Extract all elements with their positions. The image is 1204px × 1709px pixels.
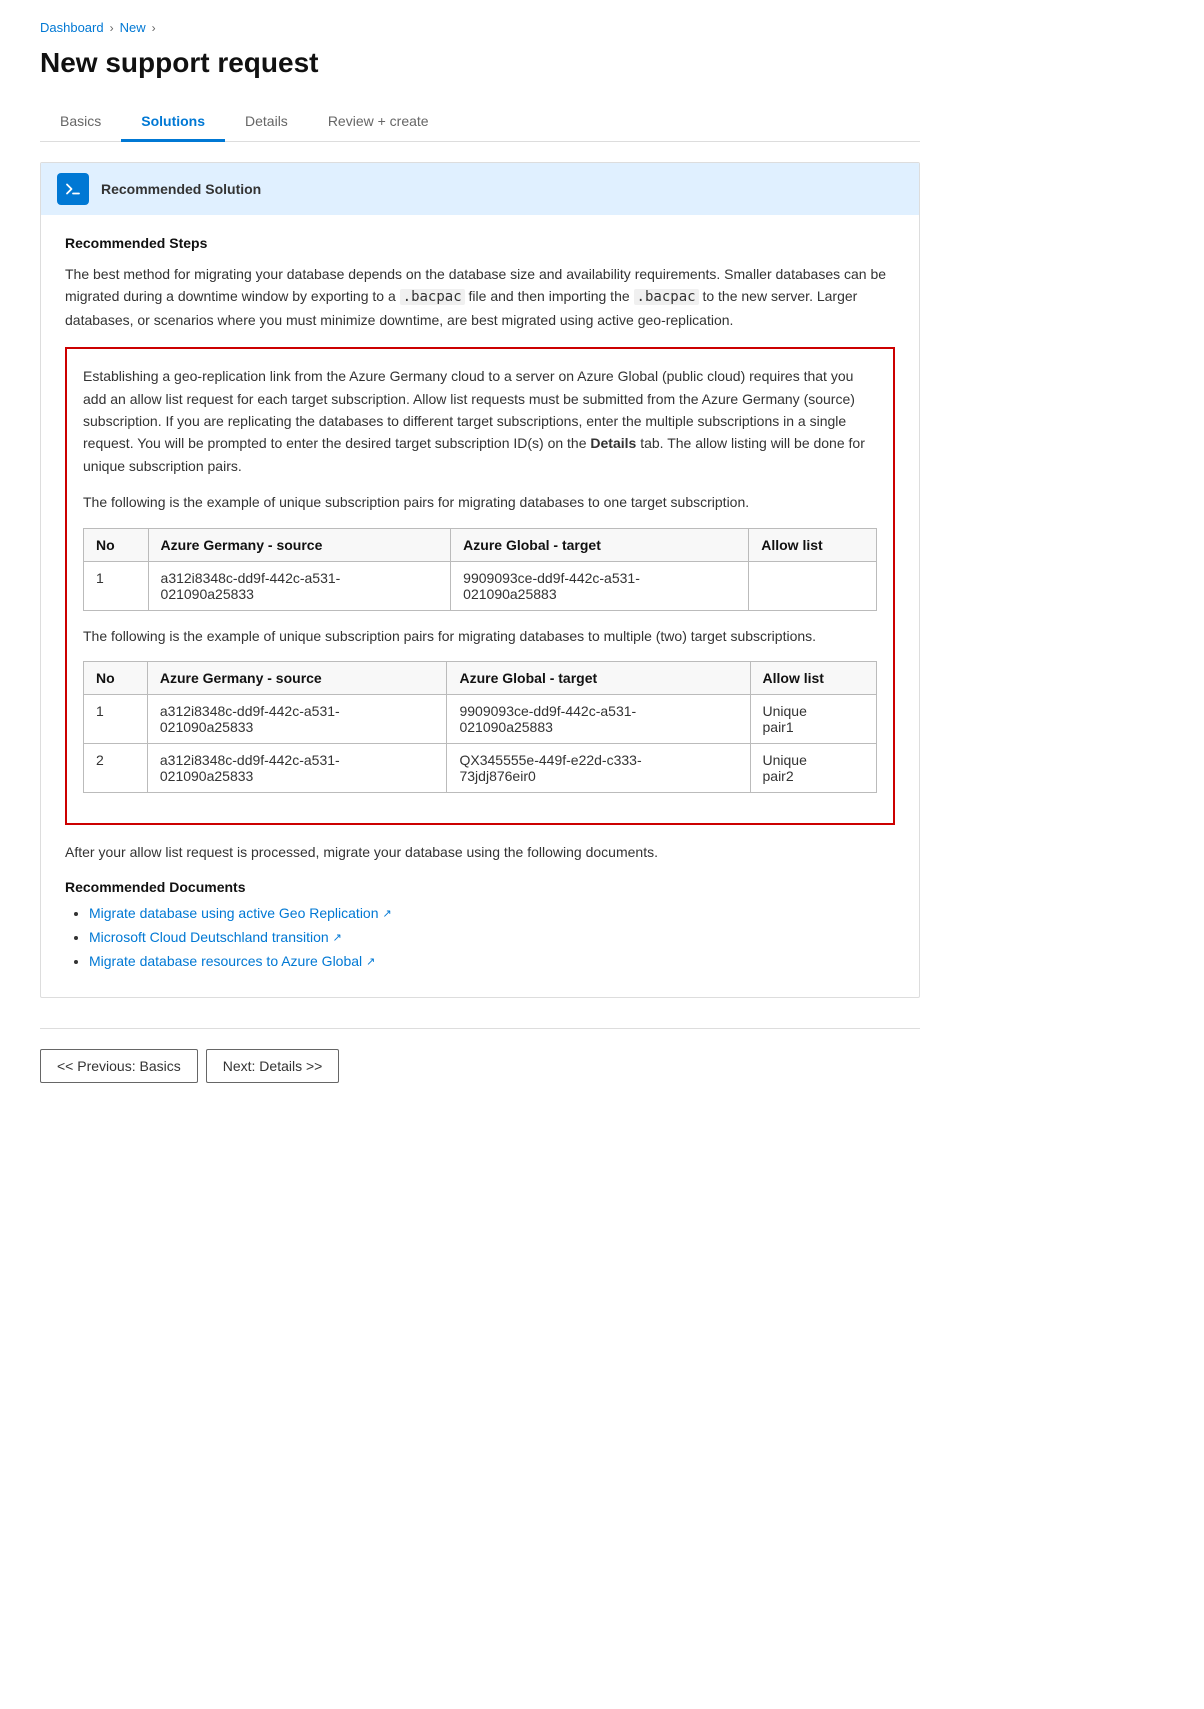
external-link-icon-3: ↗ [366, 955, 375, 968]
table2-row-1: 1 a312i8348c-dd9f-442c-a531-021090a25833… [84, 694, 877, 743]
details-bold: Details [590, 435, 636, 451]
solution-header: Recommended Solution [41, 163, 919, 215]
recommended-steps-intro: The best method for migrating your datab… [65, 263, 895, 331]
table1-wrapper: No Azure Germany - source Azure Global -… [83, 528, 877, 611]
table1-r1-target: 9909093ce-dd9f-442c-a531-021090a25883 [451, 561, 749, 610]
tab-basics[interactable]: Basics [40, 103, 121, 142]
doc-list: Migrate database using active Geo Replic… [65, 905, 895, 969]
external-link-icon-2: ↗ [333, 931, 342, 944]
table2-header-row: No Azure Germany - source Azure Global -… [84, 661, 877, 694]
after-allow-text: After your allow list request is process… [65, 841, 895, 863]
table1-col-source: Azure Germany - source [148, 528, 451, 561]
solution-body: Recommended Steps The best method for mi… [41, 215, 919, 997]
table2-col-target: Azure Global - target [447, 661, 750, 694]
tab-review-create[interactable]: Review + create [308, 103, 449, 142]
breadcrumb-dashboard[interactable]: Dashboard [40, 20, 104, 35]
breadcrumb-new[interactable]: New [120, 20, 146, 35]
next-button[interactable]: Next: Details >> [206, 1049, 340, 1083]
breadcrumb-sep-2: › [152, 21, 156, 35]
breadcrumb-sep-1: › [110, 21, 114, 35]
table1-r1-source: a312i8348c-dd9f-442c-a531-021090a25833 [148, 561, 451, 610]
list-item: Migrate database using active Geo Replic… [89, 905, 895, 921]
geo-para-1: Establishing a geo-replication link from… [83, 365, 877, 477]
page-title: New support request [40, 47, 920, 79]
subscription-table-2: No Azure Germany - source Azure Global -… [83, 661, 877, 793]
breadcrumb: Dashboard › New › [40, 20, 920, 35]
table2-r2-source: a312i8348c-dd9f-442c-a531-021090a25833 [147, 743, 447, 792]
table1-header-row: No Azure Germany - source Azure Global -… [84, 528, 877, 561]
bacpac-code-1: .bacpac [400, 289, 465, 305]
doc-link-1[interactable]: Migrate database using active Geo Replic… [89, 905, 392, 921]
solution-icon [57, 173, 89, 205]
table2-r1-allow: Uniquepair1 [750, 694, 877, 743]
list-item: Migrate database resources to Azure Glob… [89, 953, 895, 969]
external-link-icon-1: ↗ [383, 907, 392, 920]
prev-button[interactable]: << Previous: Basics [40, 1049, 198, 1083]
geo-para-3: The following is the example of unique s… [83, 625, 877, 647]
solution-header-title: Recommended Solution [101, 181, 261, 197]
table2-r1-no: 1 [84, 694, 148, 743]
footer-buttons: << Previous: Basics Next: Details >> [40, 1028, 920, 1083]
table2-r2-allow: Uniquepair2 [750, 743, 877, 792]
doc-link-2[interactable]: Microsoft Cloud Deutschland transition ↗ [89, 929, 342, 945]
bacpac-code-2: .bacpac [634, 289, 699, 305]
table1-col-target: Azure Global - target [451, 528, 749, 561]
recommended-steps-title: Recommended Steps [65, 235, 895, 251]
table1-row-1: 1 a312i8348c-dd9f-442c-a531-021090a25833… [84, 561, 877, 610]
doc-link-3[interactable]: Migrate database resources to Azure Glob… [89, 953, 375, 969]
tabs-container: Basics Solutions Details Review + create [40, 103, 920, 142]
subscription-table-1: No Azure Germany - source Azure Global -… [83, 528, 877, 611]
table2-r1-target: 9909093ce-dd9f-442c-a531-021090a25883 [447, 694, 750, 743]
table2-col-allow: Allow list [750, 661, 877, 694]
table2-r2-no: 2 [84, 743, 148, 792]
tab-details[interactable]: Details [225, 103, 308, 142]
list-item: Microsoft Cloud Deutschland transition ↗ [89, 929, 895, 945]
table2-wrapper: No Azure Germany - source Azure Global -… [83, 661, 877, 793]
table1-r1-allow [749, 561, 877, 610]
table2-col-source: Azure Germany - source [147, 661, 447, 694]
table1-col-no: No [84, 528, 149, 561]
recommended-docs-title: Recommended Documents [65, 879, 895, 895]
table2-r2-target: QX345555e-449f-e22d-c333-73jdj876eir0 [447, 743, 750, 792]
table2-col-no: No [84, 661, 148, 694]
tab-solutions[interactable]: Solutions [121, 103, 225, 142]
table1-col-allow: Allow list [749, 528, 877, 561]
table2-row-2: 2 a312i8348c-dd9f-442c-a531-021090a25833… [84, 743, 877, 792]
geo-para-2: The following is the example of unique s… [83, 491, 877, 513]
geo-replication-box: Establishing a geo-replication link from… [65, 347, 895, 825]
solution-card: Recommended Solution Recommended Steps T… [40, 162, 920, 998]
table1-r1-no: 1 [84, 561, 149, 610]
table2-r1-source: a312i8348c-dd9f-442c-a531-021090a25833 [147, 694, 447, 743]
